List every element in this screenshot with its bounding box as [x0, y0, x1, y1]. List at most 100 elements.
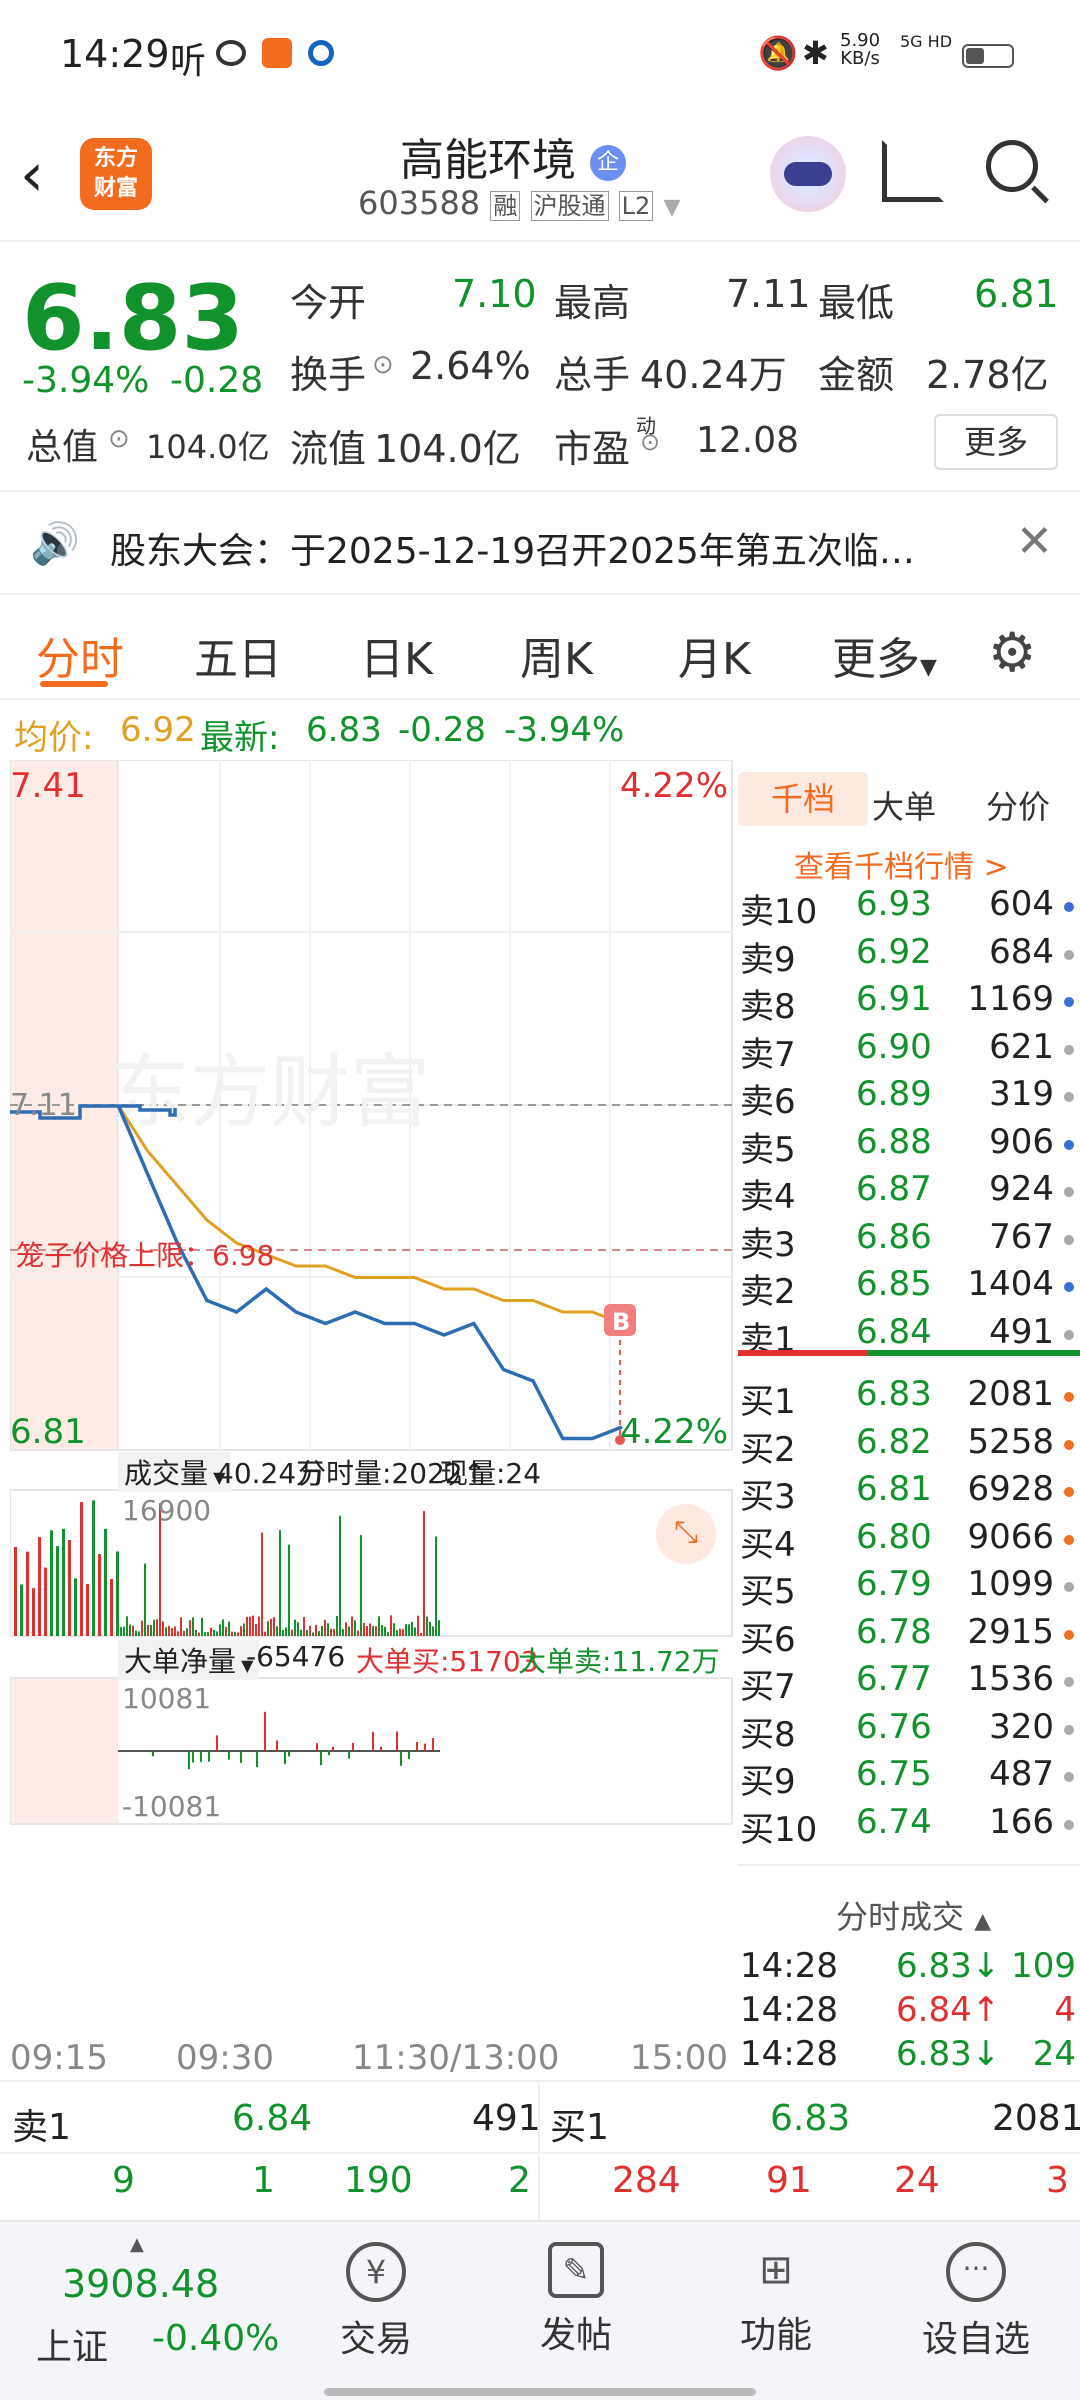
flow-bar — [216, 1735, 218, 1751]
info-icon-3[interactable]: ⊙ — [640, 428, 660, 456]
ask-row[interactable]: 卖2 6.85 1404 — [738, 1264, 1080, 1312]
volume-bar — [62, 1528, 65, 1636]
bid-row[interactable]: 买4 6.80 9066 — [738, 1517, 1080, 1565]
price-top-label: 7.41 — [10, 766, 86, 806]
volume-bar — [14, 1546, 17, 1636]
latest-change: -0.28 — [398, 710, 486, 750]
notice-bar[interactable]: 🔊 股东大会：于2025-12-19召开2025年第五次临… ✕ — [0, 490, 1080, 595]
level-label: 买10 — [740, 1809, 818, 1850]
volume-bar — [333, 1628, 335, 1636]
bid-row[interactable]: 买2 6.82 5258 — [738, 1422, 1080, 1470]
expand-icon[interactable]: ⤡ — [656, 1504, 716, 1564]
bid-row[interactable]: 买3 6.81 6928 — [738, 1469, 1080, 1517]
tab-big-orders[interactable]: 大单 — [872, 782, 936, 828]
time-label-close: 15:00 — [630, 2038, 728, 2078]
level-dot-icon — [1064, 1439, 1074, 1450]
volume-bar — [279, 1530, 281, 1636]
ask-row[interactable]: 卖6 6.89 319 — [738, 1074, 1080, 1122]
level-volume: 2915 — [967, 1611, 1054, 1652]
flow-bar — [276, 1740, 278, 1751]
tab-more[interactable]: 更多▼ — [832, 623, 937, 687]
info-icon[interactable]: ⊙ — [372, 350, 394, 380]
volume-bar — [351, 1616, 353, 1636]
level-price: 6.91 — [856, 979, 932, 1019]
level-price: 6.83 — [856, 1374, 932, 1414]
yen-icon: ¥ — [346, 2242, 406, 2302]
high-value: 7.11 — [726, 272, 811, 316]
settings-gear-icon[interactable]: ⚙ — [988, 621, 1036, 684]
tab-monthly-k[interactable]: 月K — [678, 623, 751, 687]
flow-selector[interactable]: 大单净量 ▼ — [118, 1640, 260, 1680]
tab-thousand-levels[interactable]: 千档 — [738, 772, 868, 826]
level-label: 买4 — [740, 1524, 796, 1565]
bid-row[interactable]: 买10 6.74 166 — [738, 1802, 1080, 1850]
flow-net: -65476 — [246, 1640, 346, 1673]
bid-row[interactable]: 买6 6.78 2915 — [738, 1612, 1080, 1660]
volume-bar — [120, 1627, 122, 1636]
intraday-chart[interactable]: 东方财富 B 7.41 4.22% 7.11 笼子价格上限：6.98 6.81 … — [9, 759, 734, 2080]
info-icon-2[interactable]: ⊙ — [108, 424, 130, 454]
volume-bar — [126, 1616, 128, 1636]
view-depth-link[interactable]: 查看千档行情 > — [794, 842, 1009, 886]
chevron-down-icon[interactable]: ▼ — [663, 195, 680, 220]
ask-row[interactable]: 卖10 6.93 604 — [738, 884, 1080, 932]
tag-margin: 融 — [490, 191, 521, 221]
ask-row[interactable]: 卖4 6.87 924 — [738, 1169, 1080, 1217]
tab-price-dist[interactable]: 分价 — [986, 782, 1050, 828]
tab-daily-k[interactable]: 日K — [360, 623, 433, 687]
level-volume: 320 — [989, 1706, 1054, 1747]
pe-label: 市盈 — [554, 427, 631, 471]
volume-bar — [144, 1563, 146, 1636]
stock-name: 高能环境 企 — [400, 124, 626, 188]
flow-bar — [208, 1751, 210, 1762]
ask-row[interactable]: 卖5 6.88 906 — [738, 1122, 1080, 1170]
more-button[interactable]: 更多 — [934, 414, 1058, 470]
time-label-open: 09:30 — [176, 2038, 274, 2078]
post-button[interactable]: ✎ 发帖 — [496, 2242, 656, 2358]
bid-row[interactable]: 买1 6.83 2081 — [738, 1374, 1080, 1422]
volume-bar — [189, 1620, 191, 1636]
avg-label: 均价: — [14, 718, 94, 758]
volume-bar — [273, 1617, 275, 1636]
volume-bar — [408, 1624, 410, 1636]
best-buy-label: 买1 — [550, 2107, 609, 2148]
bid-row[interactable]: 买9 6.75 487 — [738, 1754, 1080, 1802]
close-icon[interactable]: ✕ — [1016, 516, 1053, 567]
trade-volume: 4 — [1054, 1990, 1076, 2030]
share-icon[interactable] — [882, 140, 944, 202]
robot-assistant-icon[interactable] — [770, 136, 846, 212]
add-watchlist-button[interactable]: ··· 设自选 — [896, 2242, 1056, 2362]
functions-button[interactable]: ⊞ 功能 — [696, 2242, 856, 2358]
quote-panel: 6.83 -3.94% -0.28 今开 7.10 最高 7.11 最低 6.8… — [0, 240, 1080, 490]
bid-row[interactable]: 买7 6.77 1536 — [738, 1659, 1080, 1707]
tab-weekly-k[interactable]: 周K — [520, 623, 593, 687]
back-icon[interactable]: ‹ — [20, 140, 44, 210]
volume-now: 现量:24 — [440, 1457, 542, 1490]
index-ticker[interactable]: ▲ 3908.48 上证 -0.40% — [0, 2222, 280, 2402]
volume-bar — [354, 1620, 356, 1636]
flow-bar — [256, 1751, 258, 1768]
bid-row[interactable]: 买5 6.79 1099 — [738, 1564, 1080, 1612]
trade-button[interactable]: ¥ 交易 — [296, 2242, 456, 2362]
level-price: 6.90 — [856, 1026, 932, 1067]
app-notify-icon — [216, 40, 246, 66]
volume-selector[interactable]: 成交量 ▼ — [118, 1452, 232, 1492]
grid-icon: ⊞ — [759, 2247, 793, 2293]
tab-five-day[interactable]: 五日 — [194, 623, 282, 687]
level-volume: 1536 — [967, 1659, 1054, 1699]
ask-row[interactable]: 卖7 6.90 621 — [738, 1027, 1080, 1075]
ask-row[interactable]: 卖8 6.91 1169 — [738, 979, 1080, 1027]
ask-row[interactable]: 卖9 6.92 684 — [738, 932, 1080, 980]
trades-title[interactable]: 分时成交 ▲ — [836, 1892, 991, 1938]
volume-bar — [414, 1627, 416, 1636]
bid-row[interactable]: 买8 6.76 320 — [738, 1707, 1080, 1755]
volume-bar — [92, 1500, 95, 1636]
tab-intraday[interactable]: 分时 — [36, 623, 124, 687]
search-icon[interactable] — [986, 140, 1038, 192]
volume-bar — [399, 1628, 401, 1636]
ask-row[interactable]: 卖3 6.86 767 — [738, 1217, 1080, 1265]
trade-row: 14:28 6.84↑ 4 — [738, 1990, 1080, 2038]
volume-bar — [162, 1621, 164, 1636]
flow-bar — [332, 1746, 334, 1751]
volume-bar — [168, 1625, 170, 1636]
